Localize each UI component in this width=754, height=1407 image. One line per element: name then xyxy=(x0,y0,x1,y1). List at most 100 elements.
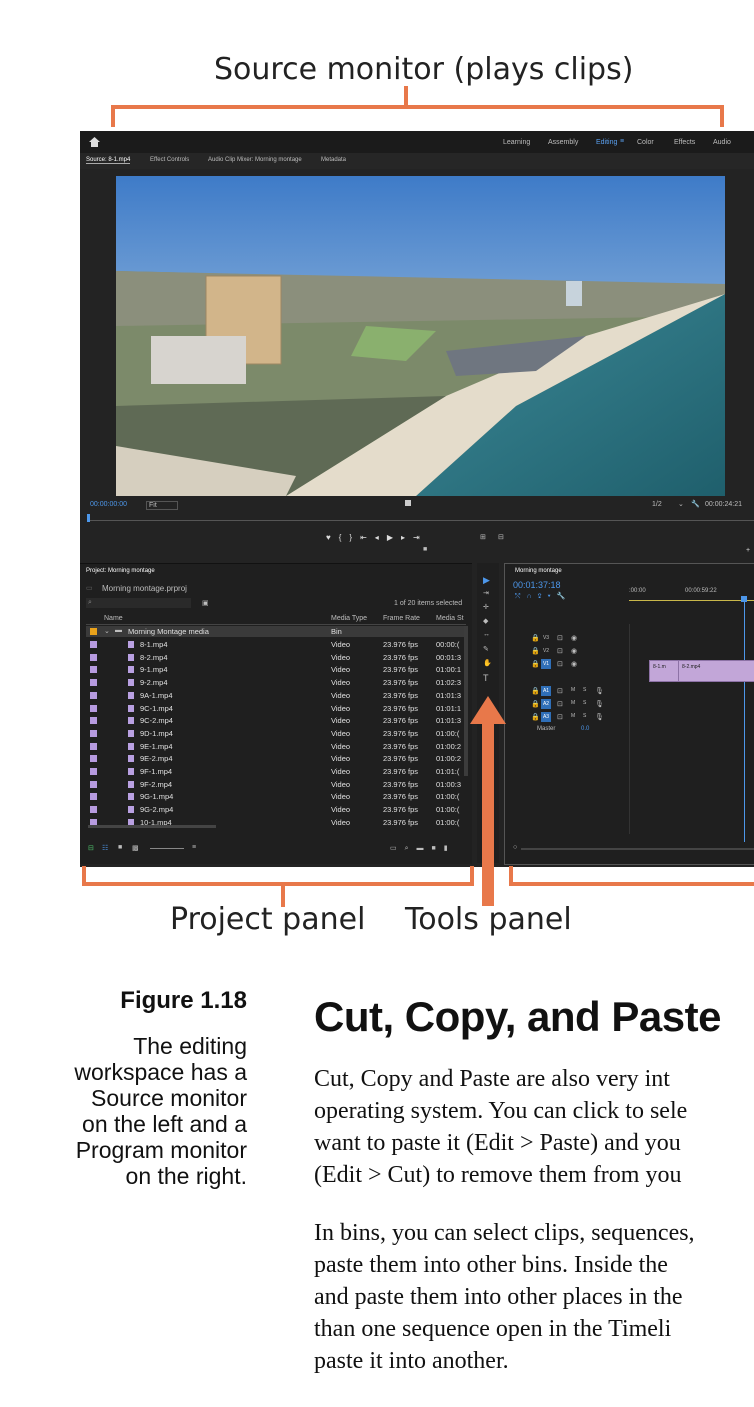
resolution-dropdown[interactable]: 1/2 xyxy=(652,501,662,508)
slip-tool-icon[interactable]: ↔ xyxy=(483,631,490,638)
col-media-start[interactable]: Media St xyxy=(436,615,464,622)
list-view-icon[interactable]: ⊟ xyxy=(88,844,94,852)
sync-lock-icon[interactable]: ⊡ xyxy=(557,647,563,655)
add-button-icon[interactable]: + xyxy=(746,547,750,554)
track-label[interactable]: V1 xyxy=(541,659,551,669)
lock-icon[interactable]: 🔒 xyxy=(531,647,540,655)
eye-icon[interactable]: ◉ xyxy=(571,660,577,668)
wrench-icon[interactable]: 🔧 xyxy=(691,500,700,508)
source-scrubber[interactable] xyxy=(88,520,754,521)
chevron-down-icon[interactable]: ⌄ xyxy=(678,500,684,508)
workspace-effects[interactable]: Effects xyxy=(674,139,695,146)
lock-icon[interactable]: 🔒 xyxy=(531,660,540,668)
solo-button[interactable]: S xyxy=(583,713,586,719)
tab-metadata[interactable]: Metadata xyxy=(321,157,346,163)
table-row[interactable]: 9G-2.mp4 Video 23.976 fps 01:00:( xyxy=(86,804,464,815)
table-row[interactable]: 9D-1.mp4 Video 23.976 fps 01:00:( xyxy=(86,728,464,739)
type-tool-icon[interactable]: T xyxy=(483,673,489,683)
microphone-icon[interactable]: 🎙 xyxy=(595,713,604,721)
table-row[interactable]: 9-1.mp4 Video 23.976 fps 01:00:1 xyxy=(86,664,464,675)
timeline-tool-icons[interactable]: ⤲∩⇪▾🔧 xyxy=(515,592,571,601)
workspace-menu-icon[interactable]: ≡ xyxy=(620,138,624,145)
overwrite-icon[interactable]: ⊟ xyxy=(498,533,504,541)
track-label[interactable]: V2 xyxy=(541,646,551,656)
home-icon[interactable] xyxy=(89,137,100,147)
mute-button[interactable]: M xyxy=(571,700,575,706)
timeline-timecode[interactable]: 00:01:37:18 xyxy=(513,580,561,590)
table-row[interactable]: 8-1.mp4 Video 23.976 fps 00:00:( xyxy=(86,639,464,650)
table-row[interactable]: 9C-2.mp4 Video 23.976 fps 01:01:3 xyxy=(86,715,464,726)
bin-row[interactable]: ⌄ ▬ Morning Montage media Bin xyxy=(86,626,466,637)
table-row[interactable]: 9-2.mp4 Video 23.976 fps 01:02:3 xyxy=(86,677,464,688)
vertical-scrollbar[interactable] xyxy=(464,626,468,776)
table-row[interactable]: 9F-1.mp4 Video 23.976 fps 01:01:( xyxy=(86,766,464,777)
sync-lock-icon[interactable]: ⊡ xyxy=(557,713,563,721)
project-panel-title[interactable]: Project: Morning montage xyxy=(86,568,155,574)
eye-icon[interactable]: ◉ xyxy=(571,634,577,642)
panel-bottom-icons[interactable]: ▭⌕▬■▮ xyxy=(390,844,456,853)
razor-tool-icon[interactable]: ◆ xyxy=(483,617,488,625)
transport-controls[interactable]: ♥{}⇤◂▶▸⇥ xyxy=(326,533,428,542)
work-area-bar[interactable] xyxy=(629,600,754,601)
lock-icon[interactable]: 🔒 xyxy=(531,687,540,695)
sync-lock-icon[interactable]: ⊡ xyxy=(557,634,563,642)
tab-effect-controls[interactable]: Effect Controls xyxy=(150,157,189,163)
timeline-scrollbar[interactable] xyxy=(521,848,754,850)
playhead[interactable] xyxy=(87,514,90,522)
insert-icon[interactable]: ⊞ xyxy=(480,533,486,541)
horizontal-scrollbar[interactable] xyxy=(88,825,216,828)
tab-audio-clip-mixer[interactable]: Audio Clip Mixer: Morning montage xyxy=(208,157,302,163)
table-row[interactable]: 9E-2.mp4 Video 23.976 fps 01:00:2 xyxy=(86,753,464,764)
track-label[interactable]: A2 xyxy=(541,699,551,709)
mute-button[interactable]: M xyxy=(571,687,575,693)
table-row[interactable]: 9A-1.mp4 Video 23.976 fps 01:01:3 xyxy=(86,690,464,701)
zoom-slider[interactable] xyxy=(150,848,184,849)
workspace-assembly[interactable]: Assembly xyxy=(548,139,578,146)
freeform-view-icon[interactable]: ■ xyxy=(118,844,122,851)
table-row[interactable]: 9G-1.mp4 Video 23.976 fps 01:00:( xyxy=(86,791,464,802)
lock-icon[interactable]: 🔒 xyxy=(531,634,540,642)
ripple-edit-tool-icon[interactable]: ✛ xyxy=(483,603,489,611)
col-frame-rate[interactable]: Frame Rate xyxy=(383,615,420,622)
marker-icon[interactable] xyxy=(405,500,411,506)
master-value[interactable]: 0.0 xyxy=(581,726,589,732)
solo-button[interactable]: S xyxy=(583,700,586,706)
col-media-type[interactable]: Media Type xyxy=(331,615,367,622)
clip-8-1[interactable]: 8-1.m xyxy=(649,660,679,682)
track-label[interactable]: A1 xyxy=(541,686,551,696)
workspace-learning[interactable]: Learning xyxy=(503,139,530,146)
hand-tool-icon[interactable]: ✋ xyxy=(483,659,492,667)
eye-icon[interactable]: ◉ xyxy=(571,647,577,655)
clip-8-2[interactable]: 8-2.mp4 xyxy=(678,660,754,682)
lock-icon[interactable]: 🔒 xyxy=(531,700,540,708)
camera-icon[interactable]: ■ xyxy=(423,546,427,553)
zoom-scroll-circle-icon[interactable]: ○ xyxy=(513,844,517,851)
track-select-tool-icon[interactable]: ⇥ xyxy=(483,589,489,597)
track-label[interactable]: V3 xyxy=(541,633,551,643)
sync-lock-icon[interactable]: ⊡ xyxy=(557,660,563,668)
source-timecode[interactable]: 00:00:00:00 xyxy=(90,501,127,508)
sync-lock-icon[interactable]: ⊡ xyxy=(557,687,563,695)
table-row[interactable]: 9F-2.mp4 Video 23.976 fps 01:00:3 xyxy=(86,779,464,790)
workspace-audio[interactable]: Audio xyxy=(713,139,731,146)
timeline-tab[interactable]: Morning montage xyxy=(515,568,562,574)
thumbnail-icon[interactable]: ▩ xyxy=(132,844,139,852)
selection-tool-icon[interactable]: ▶ xyxy=(483,575,490,586)
sort-icon[interactable]: ≡ xyxy=(192,844,196,851)
table-row[interactable]: 9C-1.mp4 Video 23.976 fps 01:01:1 xyxy=(86,703,464,714)
col-name[interactable]: Name xyxy=(104,615,123,622)
track-label[interactable]: A3 xyxy=(541,712,551,722)
lock-icon[interactable]: 🔒 xyxy=(531,713,540,721)
workspace-color[interactable]: Color xyxy=(637,139,654,146)
fit-dropdown[interactable]: Fit xyxy=(146,501,178,510)
mute-button[interactable]: M xyxy=(571,713,575,719)
chevron-down-icon[interactable]: ⌄ xyxy=(104,627,110,635)
table-row[interactable]: 9E-1.mp4 Video 23.976 fps 01:00:2 xyxy=(86,741,464,752)
tab-source[interactable]: Source: 8-1.mp4 xyxy=(86,157,131,164)
search-input[interactable] xyxy=(86,598,191,608)
workspace-editing[interactable]: Editing xyxy=(596,139,617,146)
pen-tool-icon[interactable]: ✎ xyxy=(483,645,489,653)
microphone-icon[interactable]: 🎙 xyxy=(595,687,604,695)
microphone-icon[interactable]: 🎙 xyxy=(595,700,604,708)
icon-view-icon[interactable]: ☷ xyxy=(102,844,108,852)
